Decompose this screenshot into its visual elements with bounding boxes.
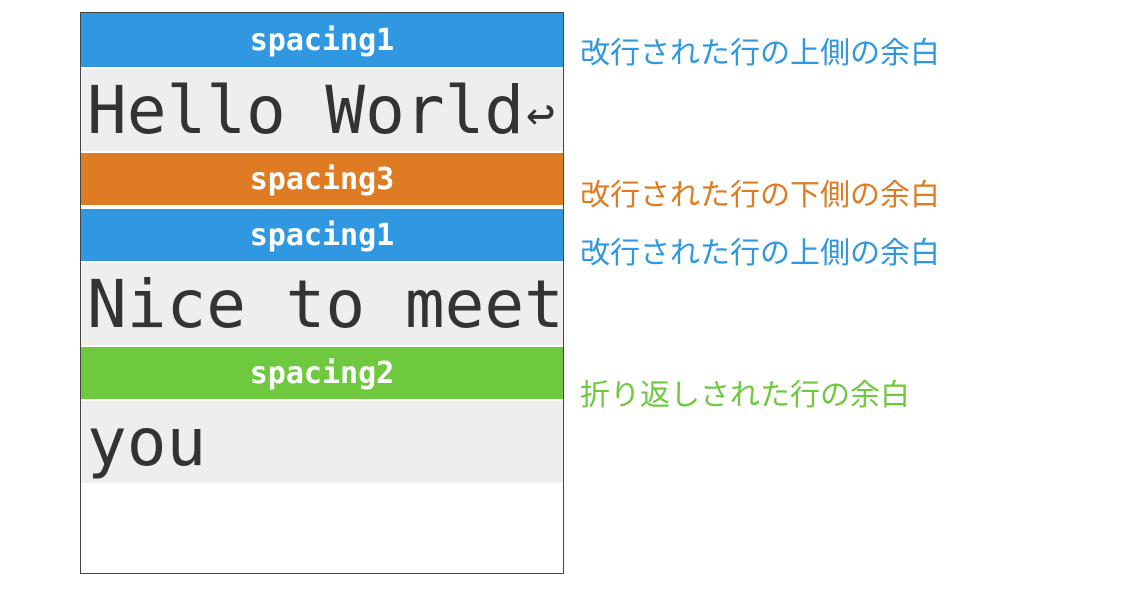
- text-line-2-content: Nice to meet: [87, 266, 564, 343]
- spacing2-label: spacing2: [250, 356, 395, 391]
- text-line-1: Hello World↩: [81, 69, 563, 151]
- text-line-3: you: [81, 401, 563, 483]
- return-icon: ↩: [526, 90, 555, 138]
- text-line-2: Nice to meet: [81, 263, 563, 345]
- annotation-spacing1-top: 改行された行の上側の余白: [580, 28, 940, 72]
- spacing1-label-2: spacing1: [250, 218, 395, 253]
- annotation-spacing1-mid: 改行された行の上側の余白: [580, 228, 940, 272]
- spacing2-bar: spacing2: [81, 345, 563, 401]
- spacing3-label: spacing3: [250, 162, 395, 197]
- annotation-spacing2: 折り返しされた行の余白: [580, 370, 910, 414]
- spacing1-bar-top: spacing1: [81, 13, 563, 69]
- text-line-1-content: Hello World: [87, 72, 524, 149]
- text-layout-box: spacing1 Hello World↩ spacing3 spacing1 …: [80, 12, 564, 574]
- spacing1-bar-mid: spacing1: [81, 207, 563, 263]
- annotation-spacing3: 改行された行の下側の余白: [580, 170, 940, 214]
- text-line-3-content: you: [87, 404, 206, 481]
- spacing3-bar: spacing3: [81, 151, 563, 207]
- spacing1-label: spacing1: [250, 23, 395, 58]
